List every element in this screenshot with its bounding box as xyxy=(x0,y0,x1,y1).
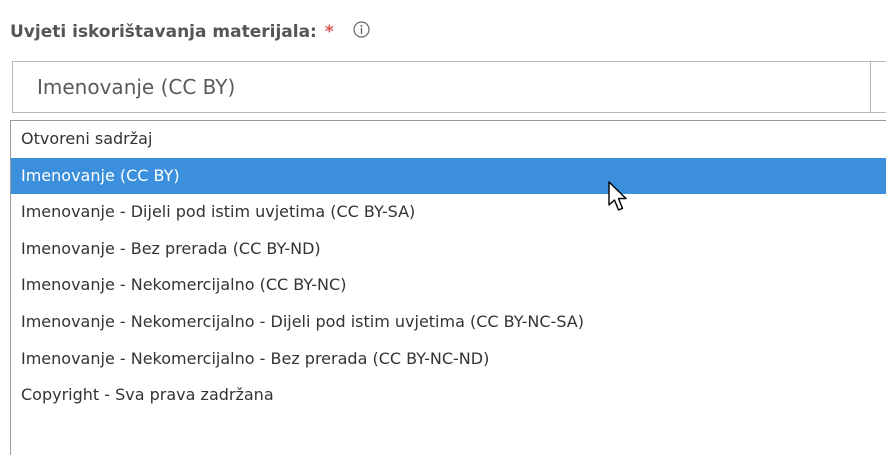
dropdown-option[interactable]: Imenovanje - Nekomercijalno - Dijeli pod… xyxy=(11,304,886,341)
dropdown-option[interactable]: Copyright - Sva prava zadržana xyxy=(11,377,886,414)
license-options-list[interactable]: Otvoreni sadržaj Imenovanje (CC BY) Imenov… xyxy=(10,120,886,455)
dropdown-option[interactable]: Imenovanje (CC BY) xyxy=(11,157,886,195)
dropdown-option[interactable]: Imenovanje - Bez prerada (CC BY-ND) xyxy=(11,231,886,268)
license-select-form: Uvjeti iskorištavanja materijala: * Imen… xyxy=(0,0,886,455)
info-circle-icon[interactable] xyxy=(353,20,370,38)
dropdown-option[interactable]: Imenovanje - Nekomercijalno - Bez prerad… xyxy=(11,341,886,378)
select-arrow-button[interactable] xyxy=(870,62,886,112)
dropdown-option[interactable]: Imenovanje - Dijeli pod istim uvjetima (… xyxy=(11,194,886,231)
required-asterisk: * xyxy=(324,22,334,42)
license-select[interactable]: Imenovanje (CC BY) xyxy=(12,61,886,113)
license-label-text: Uvjeti iskorištavanja materijala: xyxy=(10,22,317,42)
license-field-label: Uvjeti iskorištavanja materijala: * xyxy=(10,20,370,44)
dropdown-option[interactable]: Otvoreni sadržaj xyxy=(11,121,886,158)
mouse-pointer-icon xyxy=(608,181,627,211)
selected-value: Imenovanje (CC BY) xyxy=(37,75,236,99)
dropdown-option[interactable]: Imenovanje - Nekomercijalno (CC BY-NC) xyxy=(11,267,886,304)
